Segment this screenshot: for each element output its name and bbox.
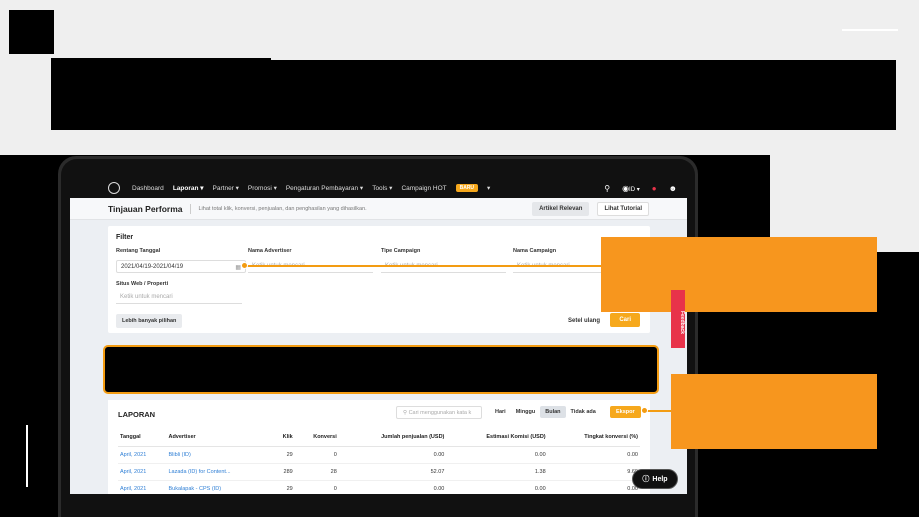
advertiser-cell[interactable]: Bukalapak - CPS (ID) [166, 480, 273, 494]
nav-item-pengaturan-pembayaran[interactable]: Pengaturan Pembayaran ▾ [286, 184, 363, 192]
more-options-button[interactable]: Lebih banyak pilihan [116, 314, 183, 328]
campaign-type-label: Tipe Campaign [381, 248, 421, 254]
sales-cell: 0.00 [338, 446, 447, 464]
clicks-cell: 289 [272, 463, 295, 481]
page-description: Lihat total klik, konversi, penjualan, d… [198, 205, 367, 212]
conversion-rate-cell: 0.00 [547, 446, 640, 464]
page-title: Tinjauan Performa [108, 203, 192, 214]
tab-day[interactable]: Hari [490, 406, 511, 418]
redacted-highlight-box [103, 345, 659, 394]
column-header-clicks[interactable]: Klik [272, 430, 295, 447]
nav-item-dashboard[interactable]: Dashboard [132, 185, 164, 192]
callout-anchor-dot [641, 407, 648, 414]
conversions-cell: 0 [294, 446, 339, 464]
column-header-advertiser[interactable]: Advertiser [166, 430, 273, 447]
conversion-rate-cell: 9.69 [547, 463, 640, 481]
search-button[interactable]: Cari [610, 313, 640, 327]
nav-item-partner[interactable]: Partner ▾ [213, 184, 239, 192]
redacted-logo [9, 10, 54, 54]
date-cell[interactable]: April, 2021 [118, 463, 167, 481]
commission-cell: 0.00 [446, 446, 548, 464]
report-title: LAPORAN [118, 410, 156, 419]
filter-panel: Filter Rentang Tanggal 2021/04/19-2021/0… [108, 226, 650, 333]
callout-anchor-dot [241, 262, 248, 269]
nav-item-campaign-hot[interactable]: Campaign HOT [401, 185, 446, 192]
relevant-articles-button[interactable]: Artikel Relevan [532, 201, 590, 216]
export-button[interactable]: Ekspor [610, 406, 641, 418]
column-header-conversion-rate[interactable]: Tingkat konversi (%) [547, 430, 640, 447]
period-tabs: Hari Minggu Bulan Tidak ada [490, 406, 601, 418]
app-screen: Dashboard Laporan ▾ Partner ▾ Promosi ▾ … [70, 178, 687, 494]
table-row: April, 2021 Bukalapak - CPS (ID) 29 0 0.… [118, 480, 640, 494]
nav-item-tools[interactable]: Tools ▾ [372, 184, 392, 192]
commission-cell: 1.38 [446, 463, 548, 481]
top-navigation: Dashboard Laporan ▾ Partner ▾ Promosi ▾ … [70, 178, 687, 198]
column-header-date[interactable]: Tanggal [118, 430, 167, 447]
advertiser-cell[interactable]: Lazada (ID) for Content... [166, 463, 273, 481]
user-avatar-icon[interactable]: ☻ [669, 184, 677, 193]
site-property-label: Situs Web / Properti [116, 281, 169, 287]
site-property-input[interactable]: Ketik untuk mencari [116, 291, 242, 304]
clicks-cell: 29 [272, 446, 295, 464]
sales-cell: 52.07 [338, 463, 447, 481]
campaign-name-label: Nama Campaign [513, 248, 557, 254]
nav-right-tools: ⚲ ◉ID ▾ ● ☻ [604, 184, 677, 193]
table-row: April, 2021 Lazada (ID) for Content... 2… [118, 463, 640, 481]
conversion-rate-cell: 0.00 [547, 480, 640, 494]
callout-leader-line [645, 410, 671, 412]
conversions-cell: 0 [294, 480, 339, 494]
conversions-cell: 28 [294, 463, 339, 481]
brand-logo-icon[interactable] [108, 182, 120, 194]
advertiser-cell[interactable]: Blibli (ID) [166, 446, 273, 464]
report-table: Tanggal Advertiser Klik Konversi Jumlah … [118, 430, 640, 494]
nav-item-laporan[interactable]: Laporan ▾ [173, 184, 204, 192]
report-panel: LAPORAN ⚲ Cari menggunakan kata k Hari M… [108, 400, 650, 494]
search-icon[interactable]: ⚲ [604, 184, 610, 193]
language-selector[interactable]: ◉ID ▾ [622, 184, 640, 193]
callout-box [671, 374, 877, 449]
redacted-title-banner [51, 60, 896, 130]
help-button[interactable]: ⓘ Help [632, 469, 678, 489]
nav-item-promosi[interactable]: Promosi ▾ [248, 184, 277, 192]
advertiser-name-label: Nama Advertiser [248, 248, 292, 254]
table-header-row: Tanggal Advertiser Klik Konversi Jumlah … [118, 430, 640, 447]
slide-accent-line [842, 29, 898, 31]
reset-button[interactable]: Setel ulang [568, 318, 600, 324]
column-header-conversions[interactable]: Konversi [294, 430, 339, 447]
date-cell[interactable]: April, 2021 [118, 446, 167, 464]
page-header: Tinjauan Performa Lihat total klik, konv… [70, 198, 687, 220]
filter-title: Filter [116, 234, 134, 241]
report-search-input[interactable]: ⚲ Cari menggunakan kata k [396, 406, 482, 419]
new-badge: BARU [455, 184, 479, 192]
slide-accent-bar [26, 425, 28, 487]
tab-none[interactable]: Tidak ada [566, 406, 601, 418]
column-header-commission[interactable]: Estimasi Komisi (USD) [446, 430, 548, 447]
slide-background-right [770, 130, 919, 252]
nav-menu: Dashboard Laporan ▾ Partner ▾ Promosi ▾ … [132, 184, 490, 192]
date-range-label: Rentang Tanggal [116, 248, 161, 254]
tab-week[interactable]: Minggu [511, 406, 541, 418]
tab-month[interactable]: Bulan [540, 406, 566, 418]
help-icon: ⓘ [642, 476, 650, 483]
callout-leader-line [245, 265, 601, 267]
clicks-cell: 29 [272, 480, 295, 494]
tutorial-button[interactable]: Lihat Tutorial [597, 201, 649, 216]
callout-box [601, 237, 877, 312]
feedback-tab[interactable]: Feedback [671, 290, 685, 348]
date-range-input[interactable]: 2021/04/19-2021/04/19 ▦ [116, 260, 246, 273]
column-header-sales[interactable]: Jumlah penjualan (USD) [338, 430, 447, 447]
bell-icon[interactable]: ● [652, 184, 657, 193]
badge-dropdown-caret[interactable]: ▾ [487, 184, 490, 192]
globe-icon: ◉ [622, 183, 630, 193]
date-cell[interactable]: April, 2021 [118, 480, 167, 494]
sales-cell: 0.00 [338, 480, 447, 494]
table-row: April, 2021 Blibli (ID) 29 0 0.00 0.00 0… [118, 446, 640, 464]
commission-cell: 0.00 [446, 480, 548, 494]
